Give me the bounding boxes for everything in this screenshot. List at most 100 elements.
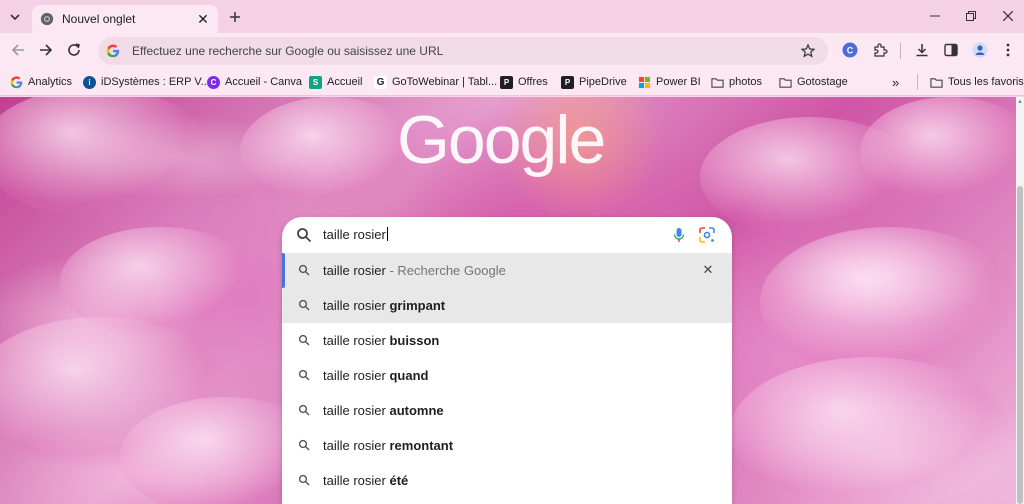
bookmarks-bar: Analytics i iDSystèmes : ERP V... C Accu…	[0, 68, 1024, 96]
search-dropdown: taille rosier taille rosier - Recherche …	[282, 217, 732, 504]
suggestion-item[interactable]: taille rosier - Recherche Google ✕	[282, 253, 732, 288]
bookmark-idsystemes[interactable]: i iDSystèmes : ERP V...	[83, 73, 210, 91]
bookmarks-separator	[917, 74, 918, 90]
suggestion-item[interactable]: taille rosier automne	[282, 393, 732, 428]
extension-c-icon[interactable]: C	[840, 40, 860, 60]
arrow-left-icon	[11, 44, 24, 56]
forward-button[interactable]	[35, 39, 57, 61]
background-petal	[0, 97, 210, 217]
search-input[interactable]: taille rosier	[282, 217, 732, 253]
bookmark-folder-gotostage[interactable]: Gotostage	[779, 73, 848, 91]
canva-icon: C	[207, 75, 220, 89]
suggestion-text: taille rosier buisson	[323, 333, 440, 348]
scroll-up-arrow-icon[interactable]: ▲	[1016, 97, 1024, 107]
folder-icon	[779, 77, 792, 88]
extensions-puzzle-icon[interactable]	[870, 40, 890, 60]
omnibox-text: Effectuez une recherche sur Google ou sa…	[132, 44, 444, 58]
chrome-icon	[40, 12, 54, 26]
search-icon	[298, 334, 310, 346]
search-icon	[298, 264, 310, 276]
suggestion-item[interactable]: taille rosier quand	[282, 358, 732, 393]
tab-close-icon[interactable]: ✕	[194, 10, 212, 28]
search-icon	[298, 439, 310, 451]
reload-icon	[68, 43, 81, 56]
pipedrive-icon: P	[561, 75, 574, 89]
bookmark-label: GoToWebinar | Tabl...	[392, 76, 498, 88]
bookmark-canva[interactable]: C Accueil - Canva	[207, 73, 302, 91]
restore-button[interactable]	[959, 6, 983, 26]
bookmark-gotowebinar[interactable]: G GoToWebinar | Tabl...	[374, 73, 497, 91]
tab-title: Nouvel onglet	[62, 12, 136, 26]
toolbar-separator	[900, 43, 901, 59]
offres-icon: P	[500, 75, 513, 89]
tab-strip: Nouvel onglet ✕	[0, 0, 1024, 33]
restore-icon	[966, 11, 976, 21]
browser-toolbar: Effectuez une recherche sur Google ou sa…	[0, 33, 1024, 68]
bookmarks-overflow-button[interactable]: »	[892, 73, 899, 91]
suggestion-text: taille rosier été	[323, 473, 409, 488]
reload-button[interactable]	[63, 39, 85, 61]
gotowebinar-icon: G	[374, 75, 387, 89]
side-panel-icon[interactable]	[941, 40, 961, 60]
suggestion-item[interactable]: taille rosier buisson	[282, 323, 732, 358]
bookmark-label: Offres	[518, 76, 548, 88]
chevron-down-icon	[10, 14, 20, 21]
bookmark-analytics[interactable]: Analytics	[10, 73, 72, 91]
bookmark-label: photos	[729, 76, 763, 88]
text-caret	[386, 227, 388, 241]
bookmark-label: Accueil	[327, 76, 363, 88]
microphone-icon[interactable]	[670, 226, 688, 244]
powerbi-icon	[638, 76, 651, 88]
profile-avatar-icon[interactable]	[970, 40, 990, 60]
tab-nouvel-onglet[interactable]: Nouvel onglet ✕	[32, 5, 218, 33]
new-tab-button[interactable]	[226, 8, 244, 26]
suggestion-text: taille rosier quand	[323, 368, 429, 383]
google-g-icon	[10, 75, 23, 88]
background-petal	[730, 357, 1010, 504]
suggestion-text: taille rosier automne	[323, 403, 444, 418]
tab-search-button[interactable]	[4, 6, 26, 28]
bookmark-accueil[interactable]: S Accueil	[309, 73, 362, 91]
google-lens-icon[interactable]	[698, 226, 716, 244]
download-icon[interactable]	[912, 40, 932, 60]
minimize-button[interactable]	[923, 6, 947, 26]
suggestion-text: taille rosier grimpant	[323, 298, 446, 313]
svg-text:C: C	[847, 46, 854, 56]
remove-suggestion-icon[interactable]: ✕	[700, 262, 716, 278]
selection-indicator	[282, 253, 285, 288]
suggestion-item[interactable]: taille rosier été	[282, 463, 732, 498]
suggestion-text: taille rosier remontant	[323, 438, 454, 453]
folder-icon	[930, 77, 943, 88]
bookmark-label: iDSystèmes : ERP V...	[101, 76, 210, 88]
google-g-icon	[106, 44, 120, 58]
scrollbar-thumb[interactable]	[1017, 186, 1023, 504]
close-icon	[1003, 11, 1013, 21]
suggestion-item[interactable]: taille rosier grimpant	[282, 288, 732, 323]
bookmark-folder-photos[interactable]: photos	[711, 73, 762, 91]
bookmark-star-icon[interactable]	[798, 41, 818, 61]
bookmark-pipedrive[interactable]: P PipeDrive	[561, 73, 627, 91]
search-icon	[298, 474, 310, 486]
bookmark-label: Power BI	[656, 76, 701, 88]
minimize-icon	[930, 15, 940, 17]
suggestion-item[interactable]: taille rosier remontant	[282, 428, 732, 463]
bookmark-offres[interactable]: P Offres	[500, 73, 548, 91]
folder-icon	[711, 77, 724, 88]
background-petal	[760, 227, 1016, 377]
bookmark-label: Gotostage	[797, 76, 848, 88]
bookmark-all-favorites[interactable]: Tous les favoris	[930, 73, 1024, 91]
bookmark-powerbi[interactable]: Power BI	[638, 73, 701, 91]
kebab-menu-icon[interactable]	[998, 40, 1018, 60]
search-icon	[297, 228, 312, 243]
close-window-button[interactable]	[996, 6, 1020, 26]
idsystemes-icon: i	[83, 75, 96, 89]
suggestion-text: taille rosier - Recherche Google	[323, 263, 506, 278]
bookmark-label: Analytics	[28, 76, 73, 88]
background-petal	[240, 97, 420, 207]
bookmark-label: Accueil - Canva	[225, 76, 303, 88]
back-button[interactable]	[7, 39, 29, 61]
arrow-right-icon	[40, 44, 53, 56]
omnibox[interactable]: Effectuez une recherche sur Google ou sa…	[98, 37, 828, 65]
accueil-icon: S	[309, 75, 322, 89]
search-icon	[298, 404, 310, 416]
